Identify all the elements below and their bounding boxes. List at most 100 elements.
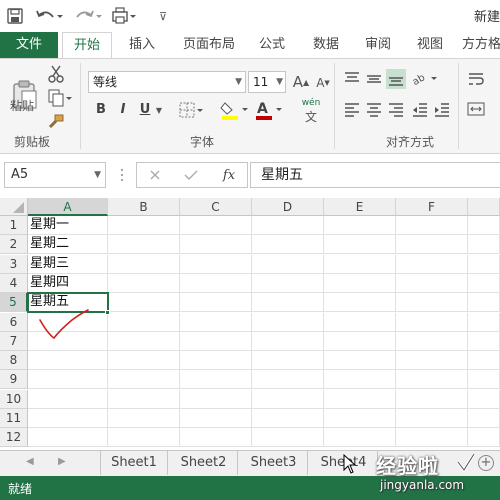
cancel-icon[interactable] — [147, 167, 163, 183]
cell-c9[interactable] — [180, 370, 252, 390]
row-header-2[interactable]: 2 — [0, 235, 28, 255]
cell-c2[interactable] — [180, 235, 252, 255]
cell-b11[interactable] — [108, 409, 180, 428]
copy-icon[interactable] — [46, 89, 74, 107]
tab-review[interactable]: 审阅 — [358, 32, 398, 58]
cell-overflow[interactable] — [468, 409, 500, 428]
merge-center-icon[interactable] — [466, 99, 486, 119]
tab-extra[interactable]: 方方格 — [462, 32, 500, 58]
row-header-11[interactable]: 11 — [0, 409, 28, 428]
cell-b5[interactable] — [108, 293, 180, 313]
cell-a12[interactable] — [28, 428, 108, 448]
column-header-b[interactable]: B — [108, 198, 180, 216]
cell-b4[interactable] — [108, 273, 180, 293]
align-top-icon[interactable] — [342, 69, 362, 89]
align-bottom-icon[interactable] — [386, 69, 406, 89]
cell-b7[interactable] — [108, 331, 180, 351]
cell-b8[interactable] — [108, 351, 180, 371]
decrease-indent-icon[interactable] — [410, 99, 430, 119]
format-painter-icon[interactable] — [46, 113, 66, 131]
orientation-icon[interactable]: ab — [410, 69, 438, 89]
sheet-tab-2[interactable]: Sheet2 — [170, 451, 238, 475]
cell-f12[interactable] — [396, 428, 468, 448]
chevron-down-icon[interactable]: ▼ — [154, 103, 164, 117]
cell-a4[interactable]: 星期四 — [28, 273, 108, 293]
column-header-d[interactable]: D — [252, 198, 324, 216]
cell-a1[interactable]: 星期一 — [28, 216, 108, 235]
cell-c12[interactable] — [180, 428, 252, 448]
cell-f6[interactable] — [396, 312, 468, 332]
row-header-6[interactable]: 6 — [0, 312, 28, 332]
cell-b3[interactable] — [108, 254, 180, 274]
row-header-9[interactable]: 9 — [0, 370, 28, 390]
chevron-down-icon[interactable]: ▼ — [94, 163, 101, 187]
tab-home[interactable]: 开始 — [62, 32, 112, 59]
align-left-icon[interactable] — [342, 99, 362, 119]
enter-icon[interactable] — [183, 167, 199, 183]
cell-d5[interactable] — [252, 293, 324, 313]
customize-toolbar-icon[interactable]: ⊽ — [156, 6, 170, 26]
cell-e12[interactable] — [324, 428, 396, 448]
cell-e10[interactable] — [324, 389, 396, 409]
decrease-font-icon[interactable]: A ▼ — [314, 74, 332, 92]
cell-f2[interactable] — [396, 235, 468, 255]
tab-view[interactable]: 视图 — [410, 32, 450, 58]
cell-f9[interactable] — [396, 370, 468, 390]
cell-d1[interactable] — [252, 216, 324, 235]
cell-b1[interactable] — [108, 216, 180, 235]
undo-icon[interactable] — [34, 6, 64, 26]
cell-c6[interactable] — [180, 312, 252, 332]
column-header-a[interactable]: A — [28, 198, 108, 216]
formula-input[interactable]: 星期五 — [250, 162, 500, 188]
cell-overflow[interactable] — [468, 254, 500, 274]
cell-e9[interactable] — [324, 370, 396, 390]
cell-e8[interactable] — [324, 351, 396, 371]
cell-c1[interactable] — [180, 216, 252, 235]
cell-a5[interactable]: 星期五 — [28, 293, 108, 313]
cell-b12[interactable] — [108, 428, 180, 448]
row-header-1[interactable]: 1 — [0, 216, 28, 235]
cell-a10[interactable] — [28, 389, 108, 409]
cell-f10[interactable] — [396, 389, 468, 409]
cell-f11[interactable] — [396, 409, 468, 428]
align-middle-icon[interactable] — [364, 69, 384, 89]
cell-d3[interactable] — [252, 254, 324, 274]
tab-page-layout[interactable]: 页面布局 — [176, 32, 242, 58]
cell-b2[interactable] — [108, 235, 180, 255]
cell-d9[interactable] — [252, 370, 324, 390]
font-color-icon[interactable]: A — [254, 99, 284, 121]
cell-c4[interactable] — [180, 273, 252, 293]
align-right-icon[interactable] — [386, 99, 406, 119]
column-header-c[interactable]: C — [180, 198, 252, 216]
column-header-e[interactable]: E — [324, 198, 396, 216]
row-header-4[interactable]: 4 — [0, 273, 28, 293]
cell-d10[interactable] — [252, 389, 324, 409]
redo-icon[interactable] — [74, 6, 104, 26]
cell-overflow[interactable] — [468, 235, 500, 255]
sheet-tab-3[interactable]: Sheet3 — [240, 451, 308, 475]
increase-indent-icon[interactable] — [432, 99, 452, 119]
cell-c3[interactable] — [180, 254, 252, 274]
cell-overflow[interactable] — [468, 389, 500, 409]
cell-e1[interactable] — [324, 216, 396, 235]
cell-d4[interactable] — [252, 273, 324, 293]
wrap-text-icon[interactable] — [466, 69, 486, 89]
cell-f8[interactable] — [396, 351, 468, 371]
font-size-select[interactable]: 11 ▼ — [248, 71, 286, 93]
insert-function-icon[interactable]: fx — [219, 166, 239, 184]
cell-a7[interactable] — [28, 331, 108, 351]
cell-f7[interactable] — [396, 331, 468, 351]
font-name-select[interactable]: 等线 ▼ — [88, 71, 246, 93]
underline-button[interactable]: U — [136, 101, 154, 119]
cell-c10[interactable] — [180, 389, 252, 409]
fill-color-icon[interactable] — [220, 99, 250, 121]
cell-d11[interactable] — [252, 409, 324, 428]
scroll-right-icon[interactable]: ▶ — [58, 456, 66, 467]
row-header-10[interactable]: 10 — [0, 389, 28, 409]
cell-f3[interactable] — [396, 254, 468, 274]
cell-e6[interactable] — [324, 312, 396, 332]
cell-f4[interactable] — [396, 273, 468, 293]
fill-handle[interactable] — [105, 309, 110, 315]
cell-overflow[interactable] — [468, 293, 500, 313]
cell-c8[interactable] — [180, 351, 252, 371]
